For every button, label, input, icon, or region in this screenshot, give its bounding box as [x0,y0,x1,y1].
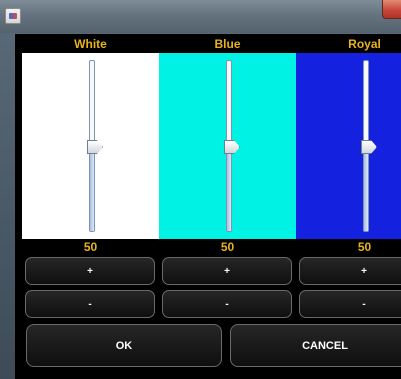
channel-value: 50 [357,240,372,254]
channel-panel: White 50 + - Blue 50 + - Royal 50 + - OK… [15,34,401,379]
decrement-button[interactable]: - [299,290,401,318]
slider-thumb[interactable] [224,140,240,154]
decrement-button[interactable]: - [25,290,155,318]
controller-window: White 50 + - Blue 50 + - Royal 50 + - OK… [0,0,401,379]
decrement-button[interactable]: - [162,290,292,318]
channel-value: 50 [220,240,235,254]
app-icon [5,8,21,24]
close-button[interactable] [382,0,401,19]
slider-thumb[interactable] [361,140,377,154]
ok-button[interactable]: OK [26,324,222,367]
slider-thumb[interactable] [87,140,103,154]
slider-fill [90,146,94,231]
slider-fill [227,146,231,231]
slider-fill [364,146,368,231]
color-swatch [296,53,401,239]
increment-button[interactable]: + [162,257,292,285]
increment-button[interactable]: + [299,257,401,285]
color-swatch [22,53,159,239]
increment-button[interactable]: + [25,257,155,285]
channel-value: 50 [83,240,98,254]
channel-label: Blue [214,37,241,51]
channel-label: Royal [348,37,381,51]
channel-label: White [74,37,107,51]
cancel-button[interactable]: CANCEL [230,324,401,367]
color-swatch [159,53,296,239]
title-bar[interactable] [0,0,401,33]
